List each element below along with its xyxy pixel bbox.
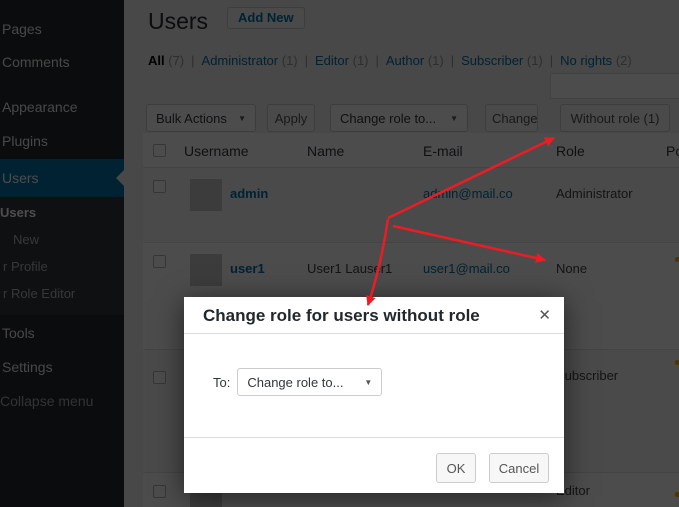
change-role-modal: Change role for users without role ✕ To:… [184,297,564,493]
modal-change-role-label: Change role to... [247,375,343,390]
modal-actions: OK Cancel [436,453,549,483]
wordpress-admin-screen: Pages Comments Appearance Plugins Users … [0,0,679,507]
modal-title: Change role for users without role [203,306,480,325]
to-label: To: [213,375,230,390]
modal-change-role-select[interactable]: Change role to... ▼ [237,368,382,396]
ok-button[interactable]: OK [436,453,476,483]
cancel-button[interactable]: Cancel [489,453,549,483]
chevron-down-icon: ▼ [364,378,372,387]
modal-header: Change role for users without role ✕ [184,297,564,334]
close-icon[interactable]: ✕ [538,297,551,334]
modal-form-row: To: Change role to... ▼ [213,368,382,396]
modal-footer-divider [184,437,564,438]
